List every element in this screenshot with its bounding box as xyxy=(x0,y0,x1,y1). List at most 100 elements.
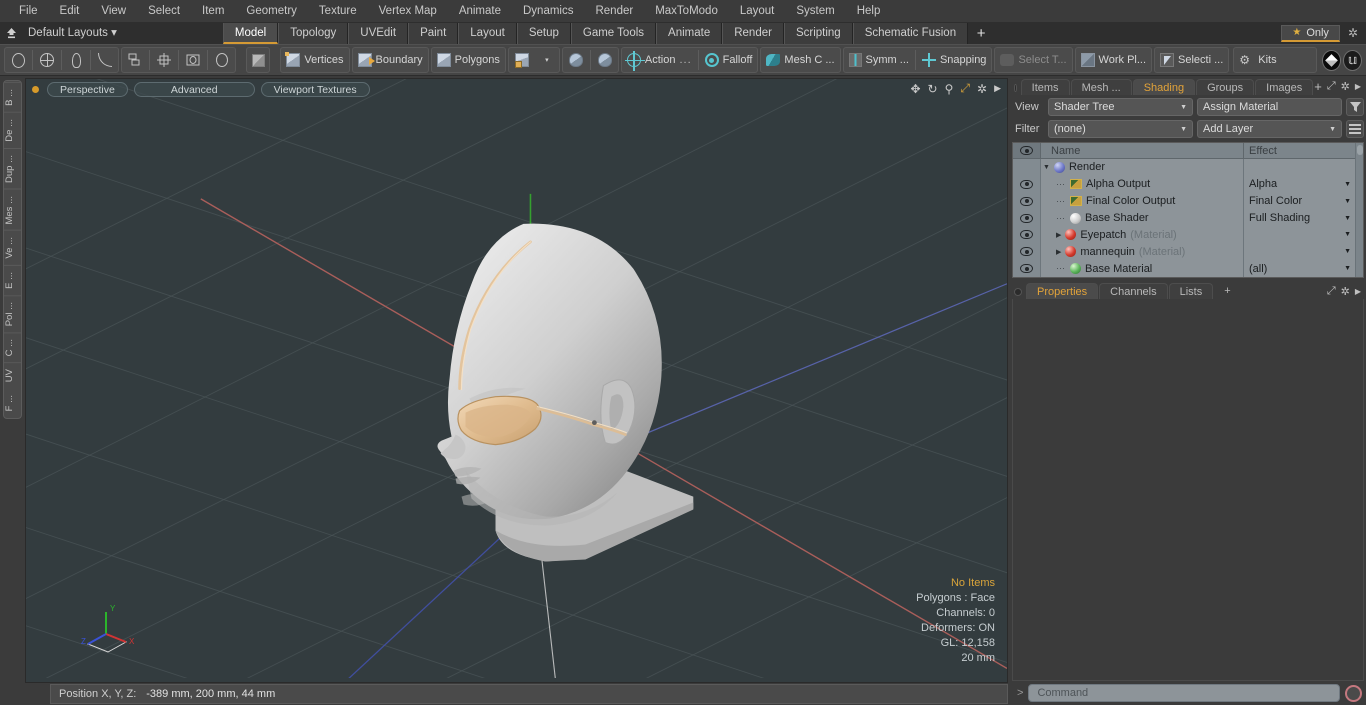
globe-tool-icon[interactable] xyxy=(35,48,59,72)
menu-item-view[interactable]: View xyxy=(90,0,137,22)
menu-item-vertex-map[interactable]: Vertex Map xyxy=(368,0,448,22)
filter-dropdown[interactable]: (none) ▼ xyxy=(1048,120,1193,138)
action-center-button[interactable]: Action ... xyxy=(623,48,696,72)
table-row[interactable]: ⋯ Alpha Output Alpha ▼ xyxy=(1013,175,1355,193)
layout-tab-render[interactable]: Render xyxy=(722,22,784,44)
table-row[interactable]: ⋯ Base Shader Full Shading ▼ xyxy=(1013,209,1355,227)
row-visibility-toggle[interactable] xyxy=(1013,209,1041,227)
layout-tab-model[interactable]: Model xyxy=(222,22,279,44)
menu-item-edit[interactable]: Edit xyxy=(49,0,91,22)
gear-icon[interactable]: ✲ xyxy=(1344,26,1362,40)
layout-tab-uvedit[interactable]: UVEdit xyxy=(348,22,409,44)
add-layout-tab-button[interactable]: + xyxy=(968,23,994,44)
menu-item-layout[interactable]: Layout xyxy=(729,0,786,22)
table-row[interactable]: ▶ mannequin (Material) ▼ xyxy=(1013,243,1355,261)
menu-item-help[interactable]: Help xyxy=(846,0,892,22)
selection-mode-polygons[interactable]: Polygons xyxy=(433,48,504,72)
more-icon[interactable]: ▶ xyxy=(994,83,1001,94)
list-options-icon[interactable] xyxy=(1346,120,1364,138)
tab-properties[interactable]: Properties xyxy=(1026,283,1099,299)
layout-tab-schematic-fusion[interactable]: Schematic Fusion xyxy=(852,22,969,44)
modo-logo-icon[interactable] xyxy=(1322,49,1342,71)
work-plane-button[interactable]: Work Pl... xyxy=(1077,48,1150,72)
select-through-button[interactable]: Select T... xyxy=(996,48,1070,72)
circle-tool-icon[interactable] xyxy=(6,48,30,72)
tab-shading[interactable]: Shading xyxy=(1132,79,1196,95)
expand-icon[interactable]: ⤢ xyxy=(1327,285,1336,298)
layout-tab-topology[interactable]: Topology xyxy=(278,22,349,44)
left-tab-mesh-edit[interactable]: Mes ... xyxy=(4,188,21,231)
fit-icon[interactable]: ⤢ xyxy=(960,81,970,96)
row-effect-dropdown[interactable]: ▼ xyxy=(1243,243,1355,261)
snapping-button[interactable]: Snapping xyxy=(918,48,991,72)
falloff-button[interactable]: Falloff xyxy=(701,48,757,72)
left-tab-uv[interactable]: UV xyxy=(4,362,21,389)
home-icon[interactable] xyxy=(0,22,22,44)
expander-icon[interactable]: ▼ xyxy=(1043,164,1050,171)
layout-tab-layout[interactable]: Layout xyxy=(458,22,517,44)
layout-tab-scripting[interactable]: Scripting xyxy=(783,22,853,44)
left-tab-basic[interactable]: B ... xyxy=(4,82,21,112)
left-tab-deform[interactable]: De ... xyxy=(4,111,21,148)
row-effect-dropdown[interactable]: ▼ xyxy=(1243,226,1355,244)
menu-item-geometry[interactable]: Geometry xyxy=(235,0,308,22)
menu-item-animate[interactable]: Animate xyxy=(448,0,512,22)
layout-tab-animate[interactable]: Animate xyxy=(656,22,723,44)
menu-item-maxtomodo[interactable]: MaxToModo xyxy=(644,0,729,22)
viewport-textures-button[interactable]: Viewport Textures xyxy=(260,81,370,97)
3d-viewport[interactable]: Perspective Advanced Viewport Textures ✥… xyxy=(25,78,1008,683)
tab-images[interactable]: Images xyxy=(1255,79,1314,95)
selection-mode-boundary[interactable]: Boundary xyxy=(354,48,427,72)
tab-groups[interactable]: Groups xyxy=(1196,79,1255,95)
shader-tree-scrollbar[interactable] xyxy=(1355,143,1363,277)
left-tab-edge[interactable]: E ... xyxy=(4,264,21,295)
tab-items[interactable]: Items xyxy=(1020,79,1070,95)
row-visibility-toggle[interactable] xyxy=(1013,175,1041,193)
row-effect-dropdown[interactable]: Final Color ▼ xyxy=(1243,192,1355,210)
chevron-down-icon[interactable]: ▾ xyxy=(534,48,558,72)
viewport-shading-button[interactable]: Advanced xyxy=(133,81,255,97)
expander-icon[interactable]: ▶ xyxy=(1056,231,1061,239)
box-tool-icon[interactable] xyxy=(123,48,147,72)
zoom-icon[interactable]: ⚲ xyxy=(945,82,954,96)
view-dropdown[interactable]: Shader Tree ▼ xyxy=(1048,98,1193,116)
tab-channels[interactable]: Channels xyxy=(1099,283,1168,299)
table-row[interactable]: ⋯ Base Material (all) ▼ xyxy=(1013,260,1355,277)
menu-item-render[interactable]: Render xyxy=(584,0,644,22)
gear-icon[interactable]: ✲ xyxy=(1341,80,1350,93)
menu-item-texture[interactable]: Texture xyxy=(308,0,368,22)
ellipse-tool-icon[interactable] xyxy=(210,48,234,72)
more-icon[interactable]: ▶ xyxy=(1355,82,1361,91)
rotate-icon[interactable]: ↻ xyxy=(928,82,938,96)
menu-item-file[interactable]: File xyxy=(8,0,49,22)
selection-set-button[interactable]: Selecti ... xyxy=(1156,48,1227,72)
table-row[interactable]: ▶ Eyepatch (Material) ▼ xyxy=(1013,226,1355,244)
unreal-logo-icon[interactable]: 𝕦 xyxy=(1343,49,1362,71)
add-layer-dropdown[interactable]: Add Layer ▼ xyxy=(1197,120,1342,138)
layout-tab-setup[interactable]: Setup xyxy=(516,22,571,44)
mesh-constraint-button[interactable]: Mesh C ... xyxy=(762,48,838,72)
center-mode-icon[interactable] xyxy=(564,48,588,72)
gear-icon[interactable]: ✲ xyxy=(1341,285,1350,298)
move-icon[interactable]: ✥ xyxy=(910,82,920,96)
pivot-mode-icon[interactable] xyxy=(593,48,617,72)
expander-icon[interactable]: ▶ xyxy=(1056,248,1061,256)
expand-icon[interactable]: ⤢ xyxy=(1327,80,1336,93)
row-effect-dropdown[interactable]: Alpha ▼ xyxy=(1243,175,1355,193)
tab-lists[interactable]: Lists xyxy=(1168,283,1214,299)
add-properties-tab[interactable]: + xyxy=(1214,283,1240,299)
row-visibility-toggle[interactable] xyxy=(1013,192,1041,210)
assign-material-button[interactable]: Assign Material xyxy=(1197,98,1342,116)
left-tab-vertex[interactable]: Ve ... xyxy=(4,230,21,265)
left-tab-duplicate[interactable]: Dup ... xyxy=(4,147,21,189)
menu-item-select[interactable]: Select xyxy=(137,0,191,22)
record-icon[interactable] xyxy=(1345,684,1362,702)
filter-funnel-icon[interactable] xyxy=(1346,98,1364,116)
menu-item-dynamics[interactable]: Dynamics xyxy=(512,0,584,22)
cube-icon[interactable] xyxy=(246,47,271,73)
row-visibility-toggle[interactable] xyxy=(1013,226,1041,244)
default-layouts-dropdown[interactable]: Default Layouts ▾ xyxy=(22,22,123,44)
grid-tool-icon[interactable] xyxy=(152,48,176,72)
left-tab-polygon[interactable]: Pol ... xyxy=(4,294,21,332)
row-effect-dropdown[interactable]: Full Shading ▼ xyxy=(1243,209,1355,227)
